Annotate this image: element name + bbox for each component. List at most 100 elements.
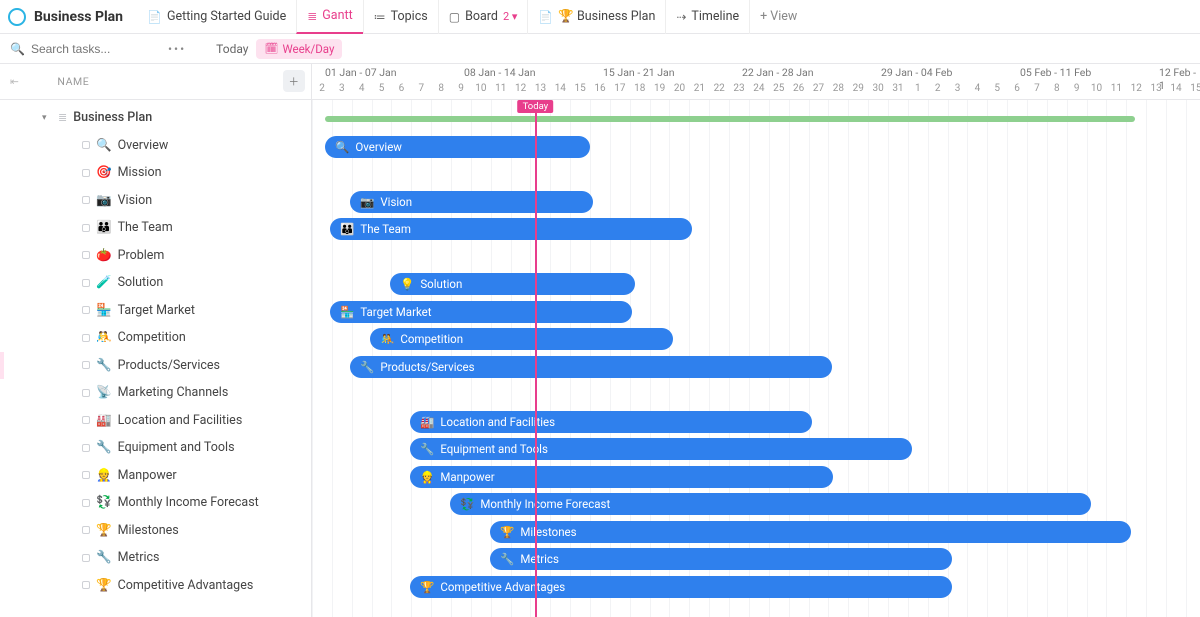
task-emoji: 📷 — [96, 193, 112, 208]
tree-item-products-services[interactable]: 🔧 Products/Services — [0, 352, 311, 380]
collapse-left-icon[interactable]: ⇤ — [10, 75, 19, 88]
gantt-bar-the-team[interactable]: 👪The Team — [330, 218, 692, 240]
task-checkbox[interactable] — [82, 416, 90, 424]
tab-timeline[interactable]: ⇢Timeline — [665, 0, 749, 34]
task-checkbox[interactable] — [82, 554, 90, 562]
workspace-title[interactable]: Business Plan — [34, 9, 123, 25]
more-menu-button[interactable]: ••• — [168, 42, 186, 56]
tree-item-monthly-income-forecast[interactable]: 💱Monthly Income Forecast — [0, 489, 311, 517]
day-header: 14 — [1166, 83, 1186, 94]
day-header: 20 — [669, 83, 689, 94]
tree-item-competition[interactable]: 🤼Competition — [0, 324, 311, 352]
task-checkbox[interactable] — [82, 251, 90, 259]
search-box[interactable]: 🔍 — [10, 42, 160, 56]
task-checkbox[interactable] — [82, 581, 90, 589]
tab-getting-started-guide[interactable]: 📄Getting Started Guide — [137, 0, 296, 34]
tree-item-solution[interactable]: 🧪Solution — [0, 269, 311, 297]
gantt-bar-products-services[interactable]: 🔧Products/Services — [350, 356, 832, 378]
task-checkbox[interactable] — [82, 499, 90, 507]
tab-gantt[interactable]: ≣Gantt — [296, 0, 362, 34]
task-checkbox[interactable] — [82, 169, 90, 177]
search-input[interactable] — [31, 42, 141, 56]
gantt-bar-solution[interactable]: 💡Solution — [390, 273, 635, 295]
summary-bar[interactable] — [325, 116, 1135, 122]
task-emoji: 🔧 — [96, 358, 112, 373]
day-header: 29 — [848, 83, 868, 94]
add-view-button[interactable]: + View — [749, 0, 807, 34]
task-checkbox[interactable] — [82, 389, 90, 397]
gantt-bar-overview[interactable]: 🔍Overview — [325, 136, 590, 158]
tree-parent-business-plan[interactable]: ▾ ≣ Business Plan — [0, 104, 311, 132]
day-header: 12 — [511, 83, 531, 94]
day-header: 23 — [729, 83, 749, 94]
day-header: 9 — [451, 83, 471, 94]
tab-icon: ≔ — [374, 10, 386, 24]
tree-item-competitive-advantages[interactable]: 🏆Competitive Advantages — [0, 572, 311, 600]
day-header: 2 — [928, 83, 948, 94]
day-header: 8 — [1047, 83, 1067, 94]
day-header: 10 — [1087, 83, 1107, 94]
tree-item-mission[interactable]: 🎯Mission — [0, 159, 311, 187]
tab--business-plan[interactable]: 📄🏆 Business Plan — [527, 0, 665, 34]
tree-item-marketing-channels[interactable]: 📡Marketing Channels — [0, 379, 311, 407]
day-header: 31 — [888, 83, 908, 94]
tab-icon: 📄 — [538, 10, 553, 24]
task-checkbox[interactable] — [82, 334, 90, 342]
week-header: 22 Jan - 28 Jan — [742, 66, 814, 79]
tree-item-location-and-facilities[interactable]: 🏭Location and Facilities — [0, 407, 311, 435]
task-checkbox[interactable] — [82, 196, 90, 204]
task-tree: ▾ ≣ Business Plan 🔍Overview🎯Mission📷Visi… — [0, 100, 311, 599]
task-label: Target Market — [118, 303, 195, 318]
tree-item-target-market[interactable]: 🏪 Target Market — [0, 297, 311, 325]
gantt-bar-equipment-and-tools[interactable]: 🔧Equipment and Tools — [410, 438, 912, 460]
gantt-bar-metrics[interactable]: 🔧Metrics — [490, 548, 952, 570]
day-header: 7 — [411, 83, 431, 94]
gantt-bar-location-and-facilities[interactable]: 🏭Location and Facilities — [410, 411, 812, 433]
task-checkbox[interactable] — [82, 444, 90, 452]
task-checkbox[interactable] — [82, 141, 90, 149]
task-label: Products/Services — [118, 358, 220, 373]
tree-item-the-team[interactable]: 👪The Team — [0, 214, 311, 242]
gantt-bar-target-market[interactable]: 🏪Target Market — [330, 301, 632, 323]
tab-label: Topics — [391, 9, 428, 24]
tree-item-overview[interactable]: 🔍Overview — [0, 132, 311, 160]
today-button[interactable]: Today — [216, 42, 248, 56]
gantt-body[interactable]: Today 🔍Overview 📷Vision 👪The Team 💡Solution 🏪… — [312, 100, 1200, 617]
task-checkbox[interactable] — [82, 224, 90, 232]
task-emoji: 🏪 — [96, 303, 112, 318]
tree-item-equipment-and-tools[interactable]: 🔧Equipment and Tools — [0, 434, 311, 462]
bar-label: Overview — [355, 140, 402, 154]
add-task-button[interactable]: ＋ — [283, 70, 305, 92]
task-emoji: 🔧 — [96, 440, 112, 455]
gantt-bar-vision[interactable]: 📷Vision — [350, 191, 593, 213]
gantt-bar-milestones[interactable]: 🏆Milestones — [490, 521, 1131, 543]
tree-item-milestones[interactable]: 🏆Milestones — [0, 517, 311, 545]
tree-item-problem[interactable]: 🍅Problem — [0, 242, 311, 270]
today-line — [535, 100, 537, 617]
gantt-bar-competitive-advantages[interactable]: 🏆Competitive Advantages — [410, 576, 952, 598]
task-label: Competitive Advantages — [118, 578, 254, 593]
caret-down-icon[interactable]: ▾ — [42, 113, 52, 123]
gantt-bar-manpower[interactable]: 👷Manpower — [410, 466, 833, 488]
task-checkbox[interactable] — [82, 306, 90, 314]
tree-item-vision[interactable]: 📷Vision — [0, 187, 311, 215]
task-label: Marketing Channels — [118, 385, 229, 400]
tree-item-manpower[interactable]: 👷Manpower — [0, 462, 311, 490]
today-badge: Today — [518, 100, 554, 113]
task-checkbox[interactable] — [82, 361, 90, 369]
day-header: 18 — [630, 83, 650, 94]
tab-board[interactable]: ▢Board2 ▾ — [438, 0, 528, 34]
tab-label: Getting Started Guide — [167, 9, 286, 24]
task-checkbox[interactable] — [82, 526, 90, 534]
task-label: Solution — [118, 275, 164, 290]
day-header: 15 — [1186, 83, 1200, 94]
week-header: 05 Feb - 11 Feb — [1020, 66, 1091, 79]
tab-topics[interactable]: ≔ Topics — [363, 0, 438, 34]
gantt-bar-competition[interactable]: 🤼Competition — [370, 328, 673, 350]
task-checkbox[interactable] — [82, 471, 90, 479]
task-checkbox[interactable] — [82, 279, 90, 287]
granularity-toggle[interactable]: 🗓 Week/Day — [256, 39, 342, 59]
gantt-bar-monthly-income-forecast[interactable]: 💱Monthly Income Forecast — [450, 493, 1091, 515]
day-header: 13 — [1146, 83, 1166, 94]
tree-item-metrics[interactable]: 🔧Metrics — [0, 544, 311, 572]
